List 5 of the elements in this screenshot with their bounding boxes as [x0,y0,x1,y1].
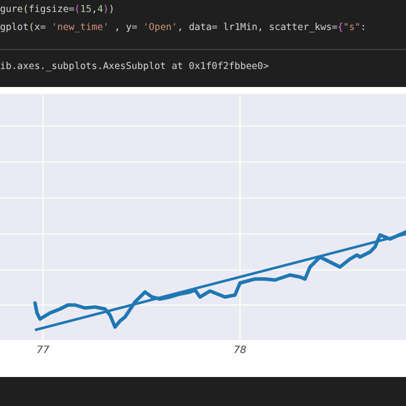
code-line: gure(figsize=(15,4)) [0,3,116,17]
x-tick-label: 78 [234,345,246,356]
x-tick-label: 77 [36,345,50,356]
code-line: gplot(x= 'new_time' , y= 'Open', data= lr1Min, scatter_kws={"s": [0,21,368,35]
output-text: ib.axes._subplots.AxesSubplot at 0x1f0f2fbbee0> [0,61,269,72]
